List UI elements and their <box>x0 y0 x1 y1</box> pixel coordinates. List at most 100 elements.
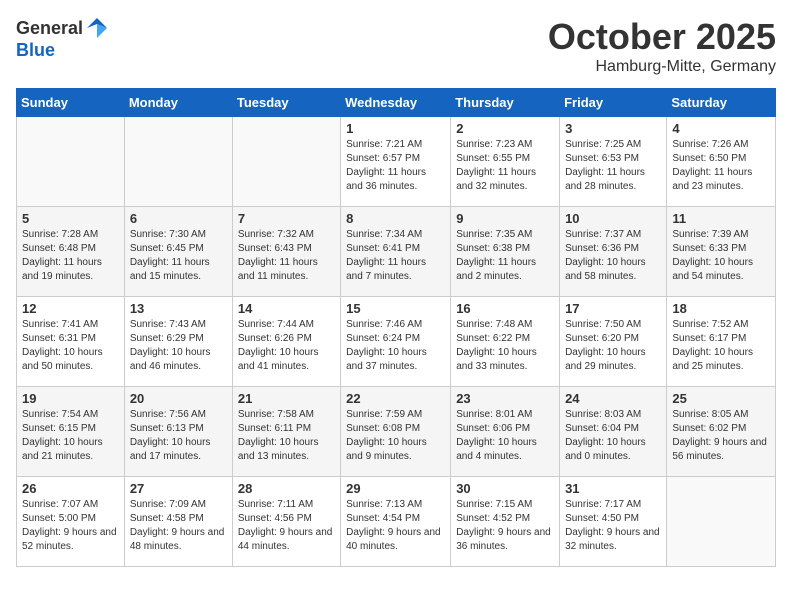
day-number: 27 <box>130 481 227 496</box>
calendar-cell: 31 Sunrise: 7:17 AM Sunset: 4:50 PM Dayli… <box>560 477 667 567</box>
month-title: October 2025 <box>548 16 776 58</box>
day-info: Sunrise: 7:11 AM Sunset: 4:56 PM Dayligh… <box>238 498 335 554</box>
day-info: Sunrise: 7:41 AM Sunset: 6:31 PM Dayligh… <box>22 318 119 374</box>
day-number: 7 <box>238 211 335 226</box>
day-info: Sunrise: 7:07 AM Sunset: 5:00 PM Dayligh… <box>22 498 119 554</box>
calendar-cell: 17 Sunrise: 7:50 AM Sunset: 6:20 PM Dayli… <box>560 297 667 387</box>
calendar-cell: 20 Sunrise: 7:56 AM Sunset: 6:13 PM Dayli… <box>124 387 232 477</box>
logo: General Blue <box>16 16 109 61</box>
day-info: Sunrise: 8:03 AM Sunset: 6:04 PM Dayligh… <box>565 408 661 464</box>
day-info: Sunrise: 7:28 AM Sunset: 6:48 PM Dayligh… <box>22 228 119 284</box>
day-info: Sunrise: 7:30 AM Sunset: 6:45 PM Dayligh… <box>130 228 227 284</box>
day-number: 4 <box>672 121 770 136</box>
day-info: Sunrise: 7:56 AM Sunset: 6:13 PM Dayligh… <box>130 408 227 464</box>
day-info: Sunrise: 7:34 AM Sunset: 6:41 PM Dayligh… <box>346 228 445 284</box>
calendar-cell: 5 Sunrise: 7:28 AM Sunset: 6:48 PM Daylig… <box>17 207 125 297</box>
day-number: 31 <box>565 481 661 496</box>
calendar-week-row: 1Sunrise: 7:21 AM Sunset: 6:57 PM Daylig… <box>17 117 776 207</box>
day-info: Sunrise: 7:32 AM Sunset: 6:43 PM Dayligh… <box>238 228 335 284</box>
calendar-cell: 25 Sunrise: 8:05 AM Sunset: 6:02 PM Dayli… <box>667 387 776 477</box>
day-number: 13 <box>130 301 227 316</box>
calendar-header-row: SundayMondayTuesdayWednesdayThursdayFrid… <box>17 89 776 117</box>
calendar-cell <box>124 117 232 207</box>
day-number: 15 <box>346 301 445 316</box>
day-number: 16 <box>456 301 554 316</box>
day-info: Sunrise: 7:09 AM Sunset: 4:58 PM Dayligh… <box>130 498 227 554</box>
day-info: Sunrise: 7:26 AM Sunset: 6:50 PM Dayligh… <box>672 138 770 194</box>
day-info: Sunrise: 7:43 AM Sunset: 6:29 PM Dayligh… <box>130 318 227 374</box>
logo-blue-text: Blue <box>16 40 55 60</box>
day-number: 21 <box>238 391 335 406</box>
calendar-cell <box>667 477 776 567</box>
day-number: 23 <box>456 391 554 406</box>
day-number: 11 <box>672 211 770 226</box>
calendar-cell: 6 Sunrise: 7:30 AM Sunset: 6:45 PM Daylig… <box>124 207 232 297</box>
calendar-week-row: 19 Sunrise: 7:54 AM Sunset: 6:15 PM Dayli… <box>17 387 776 477</box>
day-info: Sunrise: 7:13 AM Sunset: 4:54 PM Dayligh… <box>346 498 445 554</box>
location-title: Hamburg-Mitte, Germany <box>548 58 776 76</box>
day-info: Sunrise: 7:48 AM Sunset: 6:22 PM Dayligh… <box>456 318 554 374</box>
calendar-cell <box>17 117 125 207</box>
calendar-cell: 13 Sunrise: 7:43 AM Sunset: 6:29 PM Dayli… <box>124 297 232 387</box>
day-number: 8 <box>346 211 445 226</box>
day-info: Sunrise: 7:21 AM Sunset: 6:57 PM Dayligh… <box>346 138 445 194</box>
calendar-cell: 2 Sunrise: 7:23 AM Sunset: 6:55 PM Daylig… <box>451 117 560 207</box>
day-header: Monday <box>124 89 232 117</box>
day-number: 14 <box>238 301 335 316</box>
day-info: Sunrise: 8:05 AM Sunset: 6:02 PM Dayligh… <box>672 408 770 464</box>
day-info: Sunrise: 7:17 AM Sunset: 4:50 PM Dayligh… <box>565 498 661 554</box>
day-info: Sunrise: 7:54 AM Sunset: 6:15 PM Dayligh… <box>22 408 119 464</box>
calendar-week-row: 12Sunrise: 7:41 AM Sunset: 6:31 PM Dayli… <box>17 297 776 387</box>
day-info: Sunrise: 7:23 AM Sunset: 6:55 PM Dayligh… <box>456 138 554 194</box>
day-number: 2 <box>456 121 554 136</box>
day-number: 6 <box>130 211 227 226</box>
calendar-cell: 3 Sunrise: 7:25 AM Sunset: 6:53 PM Daylig… <box>560 117 667 207</box>
day-info: Sunrise: 7:58 AM Sunset: 6:11 PM Dayligh… <box>238 408 335 464</box>
logo-general-text: General <box>16 18 83 39</box>
calendar-cell: 23 Sunrise: 8:01 AM Sunset: 6:06 PM Dayli… <box>451 387 560 477</box>
calendar-cell: 7 Sunrise: 7:32 AM Sunset: 6:43 PM Daylig… <box>232 207 340 297</box>
day-number: 22 <box>346 391 445 406</box>
day-number: 5 <box>22 211 119 226</box>
day-number: 17 <box>565 301 661 316</box>
title-area: October 2025 Hamburg-Mitte, Germany <box>548 16 776 76</box>
day-info: Sunrise: 7:52 AM Sunset: 6:17 PM Dayligh… <box>672 318 770 374</box>
calendar-cell <box>232 117 340 207</box>
day-info: Sunrise: 7:25 AM Sunset: 6:53 PM Dayligh… <box>565 138 661 194</box>
day-number: 28 <box>238 481 335 496</box>
day-info: Sunrise: 8:01 AM Sunset: 6:06 PM Dayligh… <box>456 408 554 464</box>
day-info: Sunrise: 7:50 AM Sunset: 6:20 PM Dayligh… <box>565 318 661 374</box>
day-info: Sunrise: 7:59 AM Sunset: 6:08 PM Dayligh… <box>346 408 445 464</box>
day-header: Saturday <box>667 89 776 117</box>
header: General Blue October 2025 Hamburg-Mitte,… <box>16 16 776 76</box>
calendar-cell: 21 Sunrise: 7:58 AM Sunset: 6:11 PM Dayli… <box>232 387 340 477</box>
day-header: Sunday <box>17 89 125 117</box>
calendar-cell: 10Sunrise: 7:37 AM Sunset: 6:36 PM Dayli… <box>560 207 667 297</box>
day-info: Sunrise: 7:35 AM Sunset: 6:38 PM Dayligh… <box>456 228 554 284</box>
calendar-cell: 29Sunrise: 7:13 AM Sunset: 4:54 PM Dayli… <box>341 477 451 567</box>
calendar-cell: 14 Sunrise: 7:44 AM Sunset: 6:26 PM Dayli… <box>232 297 340 387</box>
day-number: 20 <box>130 391 227 406</box>
day-header: Thursday <box>451 89 560 117</box>
day-number: 26 <box>22 481 119 496</box>
calendar-cell: 8 Sunrise: 7:34 AM Sunset: 6:41 PM Daylig… <box>341 207 451 297</box>
calendar-week-row: 26 Sunrise: 7:07 AM Sunset: 5:00 PM Dayli… <box>17 477 776 567</box>
calendar-cell: 4 Sunrise: 7:26 AM Sunset: 6:50 PM Daylig… <box>667 117 776 207</box>
calendar-cell: 18 Sunrise: 7:52 AM Sunset: 6:17 PM Dayli… <box>667 297 776 387</box>
calendar-cell: 24 Sunrise: 8:03 AM Sunset: 6:04 PM Dayli… <box>560 387 667 477</box>
calendar-week-row: 5 Sunrise: 7:28 AM Sunset: 6:48 PM Daylig… <box>17 207 776 297</box>
day-info: Sunrise: 7:15 AM Sunset: 4:52 PM Dayligh… <box>456 498 554 554</box>
calendar-cell: 27 Sunrise: 7:09 AM Sunset: 4:58 PM Dayli… <box>124 477 232 567</box>
day-number: 10 <box>565 211 661 226</box>
day-info: Sunrise: 7:44 AM Sunset: 6:26 PM Dayligh… <box>238 318 335 374</box>
day-number: 3 <box>565 121 661 136</box>
day-number: 18 <box>672 301 770 316</box>
day-info: Sunrise: 7:39 AM Sunset: 6:33 PM Dayligh… <box>672 228 770 284</box>
day-info: Sunrise: 7:46 AM Sunset: 6:24 PM Dayligh… <box>346 318 445 374</box>
day-number: 25 <box>672 391 770 406</box>
day-number: 24 <box>565 391 661 406</box>
day-header: Wednesday <box>341 89 451 117</box>
day-number: 19 <box>22 391 119 406</box>
calendar-cell: 16 Sunrise: 7:48 AM Sunset: 6:22 PM Dayli… <box>451 297 560 387</box>
day-header: Tuesday <box>232 89 340 117</box>
